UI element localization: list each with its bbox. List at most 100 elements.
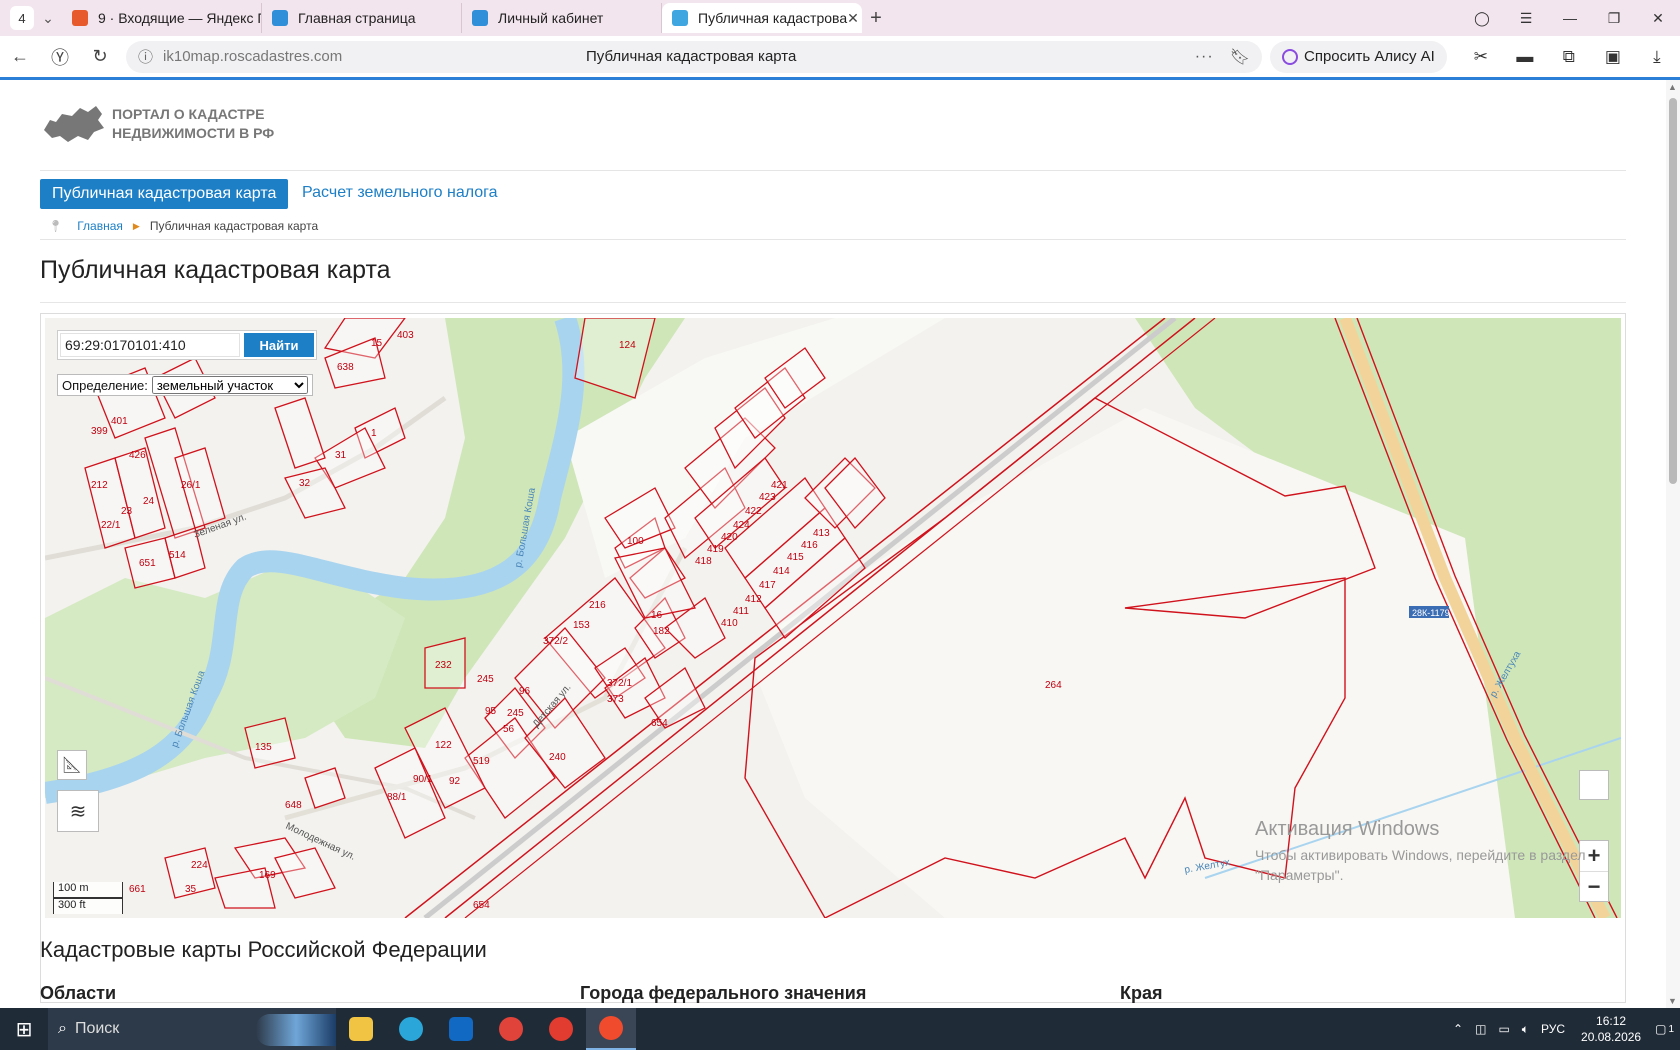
clock-time: 16:12 — [1596, 1014, 1627, 1028]
tabs-chevron-down-icon[interactable]: ⌄ — [34, 10, 62, 27]
definition-row: Определение: земельный участок — [57, 374, 313, 396]
menu-icon[interactable]: ☰ — [1504, 10, 1548, 27]
downloads-icon[interactable]: ⤓ — [1635, 47, 1679, 67]
url-field[interactable]: ⓘ ik10map.roscadastres.com Публичная кад… — [126, 40, 1262, 73]
logo-line-2: НЕДВИЖИМОСТИ В РФ — [112, 125, 275, 141]
restore-icon[interactable]: ❐ — [1592, 10, 1636, 27]
parcel-label: 661 — [129, 884, 146, 895]
windows-activation-text: Чтобы активировать Windows, перейдите в … — [1255, 847, 1586, 883]
tab-cadastral-map[interactable]: Публичная кадастрова ✕ — [662, 3, 862, 33]
close-window-icon[interactable]: ✕ — [1636, 10, 1680, 27]
parcel-label: 169 — [259, 870, 276, 881]
extensions-puzzle-icon[interactable]: ⧉ — [1547, 47, 1591, 67]
parcel-label: 410 — [721, 618, 738, 629]
scrollbar-thumb[interactable] — [1669, 98, 1677, 484]
tab-mail[interactable]: 9 · Входящие — Яндекс П — [62, 3, 262, 33]
yandex-browser-icon[interactable] — [586, 1008, 636, 1050]
breadcrumb-current: Публичная кадастровая карта — [149, 219, 319, 233]
column-federal-cities[interactable]: Города федерального значения — [580, 983, 866, 1004]
taskbar-search[interactable]: ⌕ Поиск — [48, 1008, 336, 1050]
column-krai[interactable]: Края — [1120, 983, 1163, 1004]
parcel-label: 95 — [485, 706, 497, 717]
layers-icon[interactable]: ≋ — [57, 790, 99, 832]
minimize-icon[interactable]: — — [1548, 10, 1592, 26]
yandex-app-icon[interactable] — [536, 1008, 586, 1050]
profile-icon[interactable]: ◯ — [1460, 10, 1504, 27]
parcel-label: 401 — [111, 416, 128, 427]
parcel-label-264: 264 — [1045, 680, 1062, 691]
yandex-logo-icon[interactable]: Ⓨ — [40, 44, 80, 70]
tray-camera-icon[interactable]: ◫ — [1475, 1022, 1486, 1036]
parcel-label: 23 — [121, 506, 133, 517]
extensions-bar: ✂ ▬ ⧉ ▣ ⤓ — [1459, 47, 1679, 67]
map-favicon-icon — [672, 10, 688, 26]
tray-chevron-up-icon[interactable]: ⌃ — [1453, 1022, 1463, 1036]
parcel-label: 96 — [519, 686, 531, 697]
cadastral-number-input[interactable] — [60, 333, 240, 357]
site-info-icon[interactable]: ⓘ — [138, 46, 153, 67]
parcel-label: 124 — [619, 340, 636, 351]
column-oblasti[interactable]: Области — [40, 983, 116, 1004]
definition-select[interactable]: земельный участок — [151, 376, 308, 394]
parcel-label: 24 — [143, 496, 155, 507]
map-frame: 124 15 638 131 1 31 32 426 212 24 26/1 2… — [40, 313, 1626, 1003]
parcel-label: 56 — [503, 724, 515, 735]
tab-count-badge[interactable]: 4 — [10, 6, 34, 30]
parcel-label: 372/2 — [543, 636, 568, 647]
parcel-label: 426 — [129, 450, 146, 461]
parcel-label: 26/1 — [181, 480, 201, 491]
chrome-icon[interactable] — [486, 1008, 536, 1050]
ask-alice-button[interactable]: Спросить Алису AI — [1270, 40, 1447, 73]
tab-label: Публичная кадастрова — [698, 10, 848, 26]
extension-k-icon[interactable]: ✂ — [1459, 47, 1503, 67]
parcel-label: 419 — [707, 544, 724, 555]
more-dots-icon[interactable]: ··· — [1195, 48, 1214, 66]
notification-count: 1 — [1668, 1023, 1674, 1035]
reload-icon[interactable]: ↻ — [80, 46, 120, 67]
page-scrollbar[interactable]: ▲ ▼ — [1666, 80, 1680, 1008]
tab-label: Главная страница — [298, 10, 416, 26]
location-pin-icon: 📍︎ — [48, 219, 64, 233]
parcel-label: 654 — [473, 900, 490, 911]
parcel-label: 519 — [473, 756, 490, 767]
parcel-label: 100 — [627, 536, 644, 547]
file-explorer-icon[interactable] — [336, 1008, 386, 1050]
cadastral-search-box: Найти — [57, 330, 317, 360]
parcel-label: 651 — [139, 558, 156, 569]
tab-label: 9 · Входящие — Яндекс П — [98, 10, 262, 26]
volume-icon[interactable]: 🔈︎ — [1522, 1022, 1529, 1037]
find-button[interactable]: Найти — [244, 333, 314, 357]
collections-icon[interactable]: ▣ — [1591, 47, 1635, 67]
outlook-icon[interactable] — [436, 1008, 486, 1050]
parcel-label: 514 — [169, 550, 186, 561]
definition-label: Определение: — [62, 377, 148, 393]
network-icon[interactable]: ▭ — [1498, 1022, 1509, 1036]
clock-date: 20.08.2026 — [1581, 1030, 1642, 1044]
bookmark-icon[interactable]: 🔖︎ — [1230, 47, 1250, 67]
language-indicator[interactable]: РУС — [1541, 1022, 1565, 1036]
parcel-label: 422 — [745, 506, 762, 517]
notifications-icon[interactable]: ▢ — [1655, 1022, 1666, 1036]
back-arrow-icon[interactable]: ← — [0, 46, 40, 67]
tab-cabinet[interactable]: Личный кабинет — [462, 3, 662, 33]
site-logo[interactable]: ПОРТАЛ О КАДАСТРЕ НЕДВИЖИМОСТИ В РФ — [42, 104, 274, 144]
address-bar: ← Ⓨ ↻ ⓘ ik10map.roscadastres.com Публичн… — [0, 36, 1680, 80]
parcel-label: 15 — [371, 338, 383, 349]
parcel-label: 421 — [771, 480, 788, 491]
nav-cadastral-map[interactable]: Публичная кадастровая карта — [40, 179, 289, 209]
parcel-label: 232 — [435, 660, 452, 671]
clock[interactable]: 16:12 20.08.2026 — [1581, 1013, 1641, 1045]
fullscreen-button[interactable] — [1579, 770, 1609, 800]
extension-hat-icon[interactable]: ▬ — [1503, 47, 1547, 67]
scroll-down-icon[interactable]: ▼ — [1668, 996, 1677, 1006]
nav-land-tax[interactable]: Расчет земельного налога — [302, 184, 498, 202]
edge-icon[interactable] — [386, 1008, 436, 1050]
windows-start-icon[interactable]: ⊞ — [0, 1017, 48, 1042]
tab-home[interactable]: Главная страница — [262, 3, 462, 33]
scroll-up-icon[interactable]: ▲ — [1668, 82, 1677, 92]
new-tab-plus-icon[interactable]: + — [862, 7, 890, 30]
breadcrumb-home[interactable]: Главная — [77, 219, 123, 233]
tab-close-icon[interactable]: ✕ — [847, 10, 859, 27]
measure-ruler-icon[interactable]: 📐︎ — [57, 750, 87, 780]
parcel-label: 648 — [285, 800, 302, 811]
